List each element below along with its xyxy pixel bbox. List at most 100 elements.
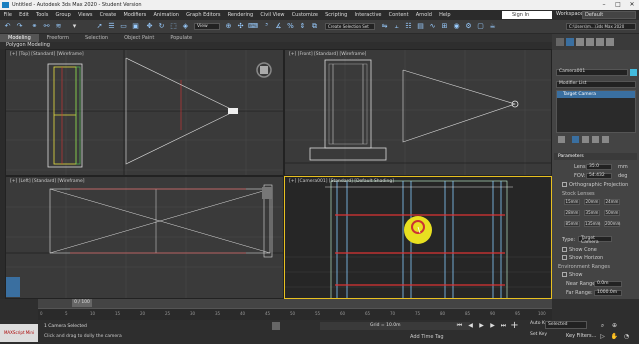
menu-file[interactable]: File bbox=[0, 12, 16, 18]
reference-coord-dropdown[interactable]: View bbox=[194, 23, 220, 30]
menu-arnold[interactable]: Arnold bbox=[412, 12, 435, 18]
angle-snap-icon[interactable]: ∡ bbox=[274, 22, 283, 31]
keyboard-shortcut-icon[interactable]: ⌨ bbox=[248, 22, 258, 31]
material-editor-icon[interactable]: ◉ bbox=[452, 22, 461, 31]
tab-object-paint[interactable]: Object Paint bbox=[116, 34, 162, 42]
add-time-tag[interactable]: Add Time Tag bbox=[410, 334, 444, 340]
mirror-icon[interactable]: ⇋ bbox=[380, 22, 389, 31]
minimize-button[interactable]: – bbox=[597, 0, 611, 10]
utilities-tab-icon[interactable] bbox=[606, 38, 614, 46]
ribbon-toggle-icon[interactable]: ▤ bbox=[416, 22, 425, 31]
lens-15mm-button[interactable]: 15mm bbox=[564, 199, 580, 205]
object-name-field[interactable]: Camera001 bbox=[556, 69, 628, 76]
viewport-front-label[interactable]: [+] [Front] [Standard] [Wireframe] bbox=[289, 52, 366, 57]
rendered-frame-icon[interactable]: ▢ bbox=[476, 22, 485, 31]
align-icon[interactable]: ⫠ bbox=[392, 22, 401, 31]
remove-modifier-icon[interactable] bbox=[592, 136, 599, 143]
undo-icon[interactable]: ↶ bbox=[3, 22, 12, 31]
menu-edit[interactable]: Edit bbox=[16, 12, 33, 18]
motion-tab-icon[interactable] bbox=[586, 38, 594, 46]
rotate-icon[interactable]: ↻ bbox=[157, 22, 166, 31]
lens-spinner[interactable]: 35.0 bbox=[586, 164, 612, 170]
ortho-checkbox[interactable] bbox=[562, 182, 567, 187]
placement-icon[interactable]: ◈ bbox=[181, 22, 190, 31]
menu-graph-editors[interactable]: Graph Editors bbox=[183, 12, 225, 18]
key-filters-button[interactable]: Key Filters... bbox=[566, 333, 596, 339]
menu-group[interactable]: Group bbox=[52, 12, 74, 18]
modifier-list-dropdown[interactable]: Modifier List bbox=[556, 81, 636, 88]
select-manipulate-icon[interactable]: ✣ bbox=[236, 22, 245, 31]
maxscript-listener[interactable]: MAXScript Mini bbox=[0, 324, 38, 342]
viewport-camera-label[interactable]: [+] [Camera001] [Standard] [Default Shad… bbox=[289, 179, 394, 184]
scale-icon[interactable]: ⬚ bbox=[169, 22, 178, 31]
menu-customize[interactable]: Customize bbox=[288, 12, 321, 18]
fov-spinner[interactable]: 54.432 bbox=[586, 173, 612, 179]
menu-help[interactable]: Help bbox=[436, 12, 455, 18]
lens-135mm-button[interactable]: 135mm bbox=[584, 221, 600, 227]
project-path[interactable]: C:\Users\m...\3ds Max 2020 bbox=[566, 23, 636, 30]
render-icon[interactable]: ☕ bbox=[488, 22, 497, 31]
unlink-icon[interactable]: ⚯ bbox=[42, 22, 51, 31]
viewport-left-label[interactable]: [+] [Left] [Standard] [Wireframe] bbox=[10, 179, 85, 184]
link-icon[interactable]: ⚭ bbox=[30, 22, 39, 31]
menu-content[interactable]: Content bbox=[385, 12, 412, 18]
lens-28mm-button[interactable]: 28mm bbox=[564, 210, 580, 216]
viewport-top[interactable]: [+] [Top] [Standard] [Wireframe] bbox=[5, 49, 284, 176]
close-button[interactable]: ✕ bbox=[625, 0, 639, 10]
pan-icon[interactable]: ✋ bbox=[610, 332, 619, 341]
workspaces-dropdown[interactable]: Default bbox=[582, 11, 636, 19]
orbit-icon[interactable]: ◔ bbox=[622, 332, 631, 341]
parameters-rollout[interactable]: Parameters bbox=[554, 153, 637, 160]
time-slider[interactable]: 0 / 100 bbox=[72, 299, 92, 307]
camera-type-dropdown[interactable]: Target Camera bbox=[578, 236, 612, 245]
render-setup-icon[interactable]: ⚙ bbox=[464, 22, 473, 31]
goto-start-icon[interactable]: ⏮ bbox=[455, 321, 464, 330]
lock-selection-icon[interactable] bbox=[272, 322, 280, 330]
filter-all-icon[interactable]: ▾ bbox=[70, 22, 79, 31]
menu-rendering[interactable]: Rendering bbox=[224, 12, 257, 18]
field-of-view-icon[interactable]: ▷ bbox=[598, 332, 607, 341]
percent-snap-icon[interactable]: % bbox=[286, 22, 295, 31]
object-color-swatch[interactable] bbox=[630, 69, 637, 76]
tab-freeform[interactable]: Freeform bbox=[39, 34, 77, 42]
track-bar[interactable]: 0 5 10 15 20 25 30 35 40 45 50 55 60 65 … bbox=[38, 308, 552, 320]
play-icon[interactable]: ▶ bbox=[477, 321, 486, 330]
maximize-button[interactable]: □ bbox=[611, 0, 625, 10]
show-end-result-icon[interactable] bbox=[572, 136, 579, 143]
show-horizon-checkbox[interactable] bbox=[562, 255, 567, 260]
goto-end-icon[interactable]: ⏭ bbox=[499, 321, 508, 330]
viewport-front[interactable]: [+] [Front] [Standard] [Wireframe] bbox=[284, 49, 552, 176]
curve-editor-icon[interactable]: ∿ bbox=[428, 22, 437, 31]
polygon-modeling-bar[interactable]: Polygon Modeling bbox=[0, 42, 552, 49]
far-range-spinner[interactable]: 1000.0m bbox=[594, 290, 622, 296]
select-object-icon[interactable]: ➚ bbox=[95, 22, 104, 31]
select-by-name-icon[interactable]: ☰ bbox=[107, 22, 116, 31]
schematic-view-icon[interactable]: ⊞ bbox=[440, 22, 449, 31]
viewport-left[interactable]: [+] [Left] [Standard] [Wireframe] bbox=[5, 176, 284, 299]
set-key-plus-icon[interactable]: + bbox=[510, 321, 519, 331]
selection-set-dropdown[interactable]: Create Selection Set bbox=[325, 23, 375, 30]
near-range-spinner[interactable]: 0.0m bbox=[594, 281, 622, 287]
time-slider-track[interactable]: 0 / 100 bbox=[38, 299, 552, 308]
key-mode-dropdown[interactable]: Selected bbox=[545, 321, 587, 329]
viewport-top-label[interactable]: [+] [Top] [Standard] [Wireframe] bbox=[10, 52, 84, 57]
tab-selection[interactable]: Selection bbox=[77, 34, 116, 42]
layer-explorer-icon[interactable]: ☷ bbox=[404, 22, 413, 31]
make-unique-icon[interactable] bbox=[582, 136, 589, 143]
configure-sets-icon[interactable] bbox=[602, 136, 609, 143]
lens-35mm-button[interactable]: 35mm bbox=[584, 210, 600, 216]
next-frame-icon[interactable]: ▶ bbox=[488, 321, 497, 330]
create-tab-icon[interactable] bbox=[556, 38, 564, 46]
lens-24mm-button[interactable]: 24mm bbox=[604, 199, 620, 205]
menu-scripting[interactable]: Scripting bbox=[322, 12, 351, 18]
move-icon[interactable]: ✥ bbox=[145, 22, 154, 31]
viewport-camera[interactable]: [+] [Camera001] [Standard] [Default Shad… bbox=[284, 176, 552, 299]
env-show-checkbox[interactable] bbox=[562, 272, 567, 277]
edit-named-sel-icon[interactable]: ⧉ bbox=[310, 22, 319, 31]
menu-create[interactable]: Create bbox=[96, 12, 120, 18]
menu-civil-view[interactable]: Civil View bbox=[257, 12, 288, 18]
lens-20mm-button[interactable]: 20mm bbox=[584, 199, 600, 205]
tab-populate[interactable]: Populate bbox=[162, 34, 200, 42]
stack-item-target-camera[interactable]: Target Camera bbox=[557, 91, 635, 98]
menu-interactive[interactable]: Interactive bbox=[351, 12, 385, 18]
